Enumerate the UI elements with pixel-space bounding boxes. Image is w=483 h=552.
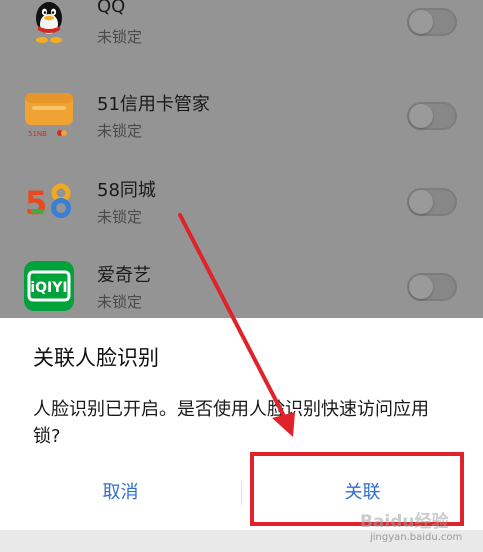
toggle-knob (409, 275, 433, 299)
watermark-url: jingyan.baidu.com (370, 532, 463, 543)
app-name: QQ (97, 0, 126, 17)
lock-toggle-qq[interactable] (407, 8, 457, 36)
link-face-recognition-dialog: 关联人脸识别 人脸识别已开启。是否使用人脸识别快速访问应用锁? 取消 关联 (0, 318, 483, 530)
iqiyi-icon: iQIYI (24, 261, 74, 311)
list-item-51-credit-card[interactable]: 51NB 51信用卡管家 未锁定 (0, 84, 483, 170)
lock-toggle-58-city[interactable] (407, 188, 457, 216)
toggle-knob (409, 190, 433, 214)
lock-toggle-51-credit-card[interactable] (407, 102, 457, 130)
credit-card-manager-icon: 51NB (25, 93, 73, 138)
app-name: 58同城 (97, 180, 156, 201)
app-lock-status: 未锁定 (97, 293, 143, 311)
toggle-knob (409, 10, 433, 34)
qq-penguin-icon (36, 2, 62, 43)
list-item-58-city[interactable]: 5 58同城 未锁定 (0, 170, 483, 256)
svg-text:5: 5 (25, 184, 47, 222)
app-name: 51信用卡管家 (97, 94, 210, 115)
cancel-button[interactable]: 取消 (0, 473, 241, 513)
toggle-knob (409, 104, 433, 128)
iqiyi-logo-text: iQIYI (30, 280, 67, 296)
app-list: QQ 未锁定 51NB 51信用卡管家 未锁定 5 58同城 未锁定 iQIYI… (0, 0, 483, 320)
app-lock-status: 未锁定 (97, 122, 143, 140)
svg-text:51NB: 51NB (28, 130, 47, 138)
list-item-qq[interactable]: QQ 未锁定 (0, 0, 483, 76)
app-lock-status: 未锁定 (97, 208, 143, 226)
dialog-message: 人脸识别已开启。是否使用人脸识别快速访问应用锁? (33, 399, 429, 447)
lock-toggle-iqiyi[interactable] (407, 273, 457, 301)
app-lock-status: 未锁定 (97, 28, 143, 46)
app-name: 爱奇艺 (97, 265, 151, 286)
watermark: Baidu经验 (360, 512, 449, 532)
app-lock-screen: QQ 未锁定 51NB 51信用卡管家 未锁定 5 58同城 未锁定 iQIYI… (0, 0, 483, 552)
dialog-title: 关联人脸识别 (33, 346, 159, 370)
58-city-icon: 5 (25, 183, 71, 222)
